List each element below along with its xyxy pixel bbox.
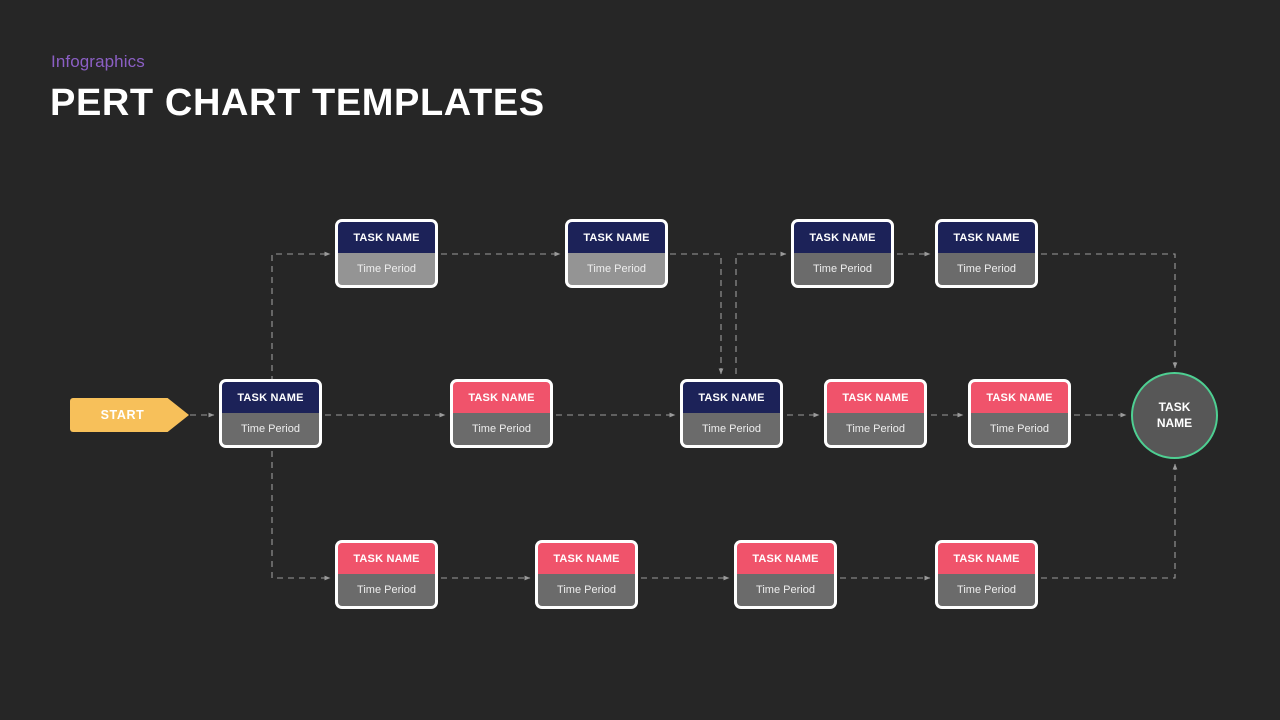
task-node-title: TASK NAME <box>938 543 1035 574</box>
page-title: PERT CHART TEMPLATES <box>50 82 545 124</box>
connector-top4-to-end <box>1041 253 1178 369</box>
start-marker: START <box>70 398 189 432</box>
task-node-subtitle: Time Period <box>338 253 435 285</box>
end-node-label-line2: NAME <box>1156 415 1193 430</box>
task-node-title: TASK NAME <box>222 382 319 413</box>
task-node-top-1[interactable]: TASK NAME Time Period <box>335 219 438 288</box>
task-node-subtitle: Time Period <box>683 413 780 445</box>
task-node-bot-3[interactable]: TASK NAME Time Period <box>734 540 837 609</box>
task-node-mid-5[interactable]: TASK NAME Time Period <box>968 379 1071 448</box>
task-node-title: TASK NAME <box>794 222 891 253</box>
start-label: START <box>100 408 145 422</box>
connector-top2-branch-down-to-mid3 <box>670 253 724 375</box>
task-node-bot-1[interactable]: TASK NAME Time Period <box>335 540 438 609</box>
task-node-subtitle: Time Period <box>568 253 665 285</box>
task-node-subtitle: Time Period <box>938 253 1035 285</box>
task-node-subtitle: Time Period <box>338 574 435 606</box>
end-node[interactable]: TASK NAME <box>1131 372 1218 459</box>
end-node-label-line1: TASK <box>1158 399 1191 414</box>
connector-bot4-to-end <box>1041 463 1178 579</box>
task-node-title: TASK NAME <box>338 222 435 253</box>
task-node-mid-2[interactable]: TASK NAME Time Period <box>450 379 553 448</box>
task-node-subtitle: Time Period <box>794 253 891 285</box>
task-node-top-4[interactable]: TASK NAME Time Period <box>935 219 1038 288</box>
task-node-title: TASK NAME <box>938 222 1035 253</box>
task-node-subtitle: Time Period <box>827 413 924 445</box>
task-node-mid-3[interactable]: TASK NAME Time Period <box>680 379 783 448</box>
task-node-subtitle: Time Period <box>538 574 635 606</box>
task-node-subtitle: Time Period <box>737 574 834 606</box>
task-node-top-2[interactable]: TASK NAME Time Period <box>565 219 668 288</box>
task-node-subtitle: Time Period <box>222 413 319 445</box>
task-node-title: TASK NAME <box>737 543 834 574</box>
task-node-mid-1[interactable]: TASK NAME Time Period <box>219 379 322 448</box>
task-node-title: TASK NAME <box>971 382 1068 413</box>
slide-canvas: Infographics PERT CHART TEMPLATES START … <box>0 0 1280 720</box>
task-node-title: TASK NAME <box>453 382 550 413</box>
task-node-subtitle: Time Period <box>971 413 1068 445</box>
eyebrow-label: Infographics <box>51 52 145 71</box>
connector-mid1-branch-down-to-bot1 <box>271 440 331 581</box>
task-node-bot-4[interactable]: TASK NAME Time Period <box>935 540 1038 609</box>
task-node-title: TASK NAME <box>568 222 665 253</box>
task-node-title: TASK NAME <box>683 382 780 413</box>
task-node-subtitle: Time Period <box>453 413 550 445</box>
task-node-title: TASK NAME <box>338 543 435 574</box>
connector-mid3-branch-up-to-top3 <box>735 251 787 374</box>
task-node-title: TASK NAME <box>538 543 635 574</box>
task-node-top-3[interactable]: TASK NAME Time Period <box>791 219 894 288</box>
task-node-title: TASK NAME <box>827 382 924 413</box>
task-node-bot-2[interactable]: TASK NAME Time Period <box>535 540 638 609</box>
task-node-subtitle: Time Period <box>938 574 1035 606</box>
task-node-mid-4[interactable]: TASK NAME Time Period <box>824 379 927 448</box>
